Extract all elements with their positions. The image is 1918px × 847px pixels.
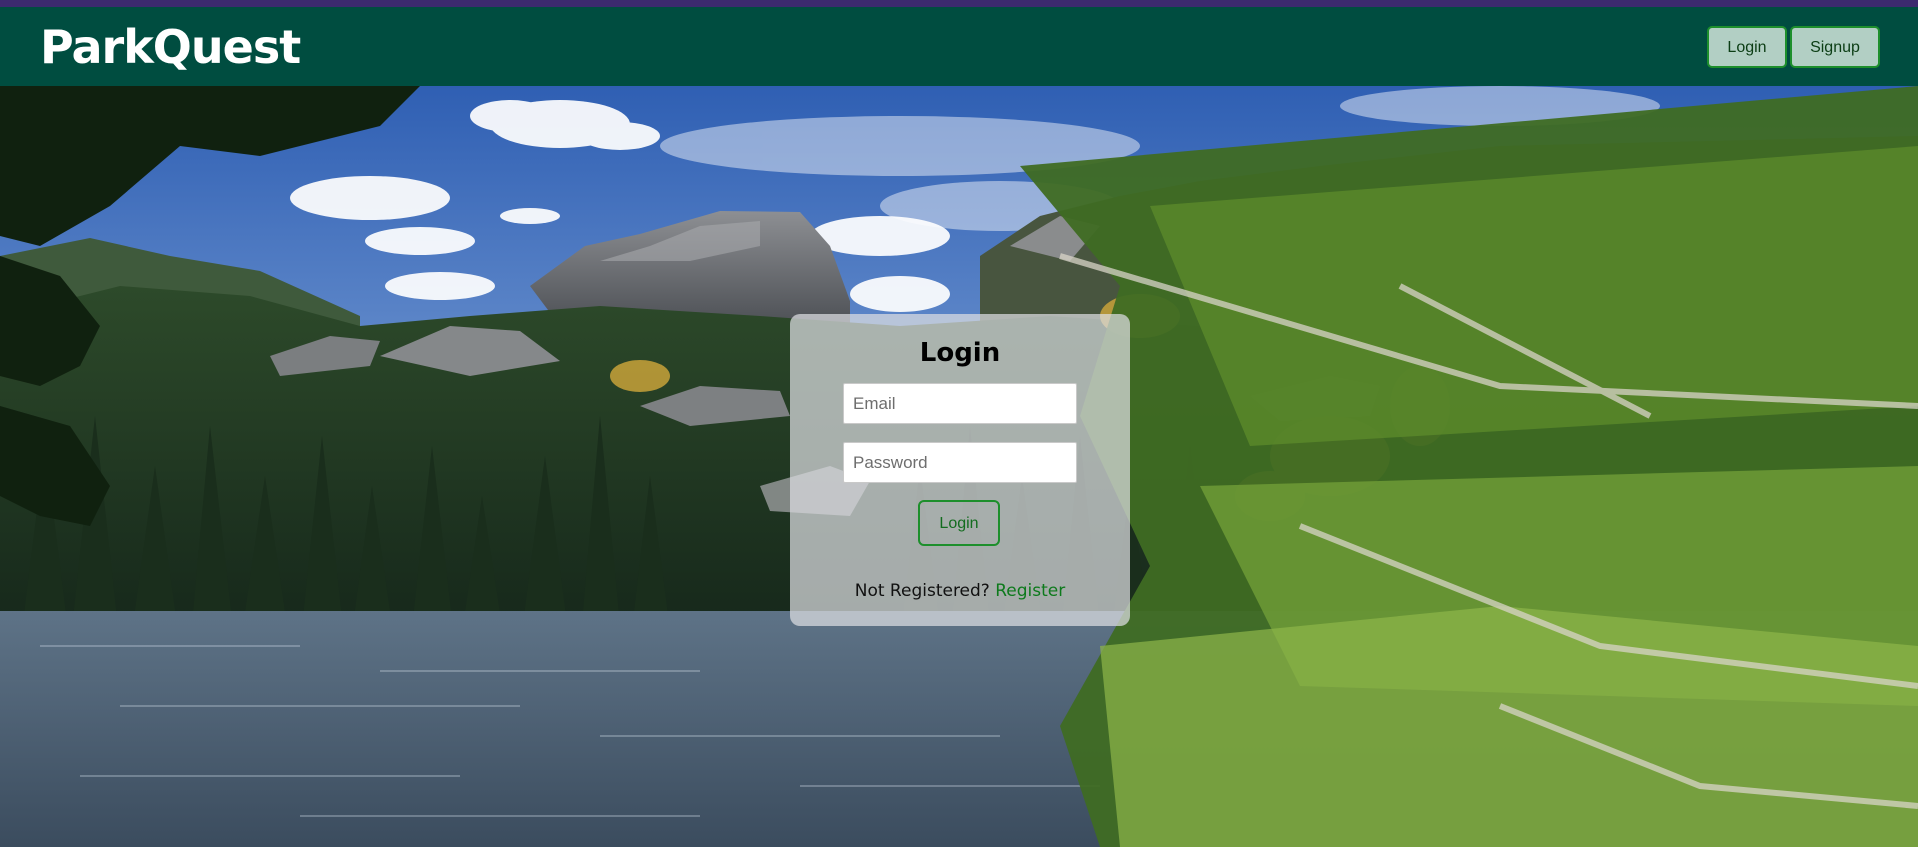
top-accent-strip bbox=[0, 0, 1918, 7]
page: ParkQuest Login Signup Login Email Login… bbox=[0, 0, 1918, 847]
login-submit-button[interactable]: Login bbox=[918, 500, 1000, 546]
register-link[interactable]: Register bbox=[995, 581, 1065, 601]
brand-logo[interactable]: ParkQuest bbox=[40, 21, 301, 73]
nav-login-button[interactable]: Login bbox=[1707, 26, 1787, 68]
login-card: Login Login Not Registered? Register bbox=[790, 314, 1130, 626]
nav-signup-button[interactable]: Signup bbox=[1790, 26, 1880, 68]
password-field[interactable] bbox=[843, 442, 1077, 483]
register-line: Not Registered? Register bbox=[790, 580, 1130, 602]
navbar: ParkQuest Login Signup bbox=[0, 7, 1918, 86]
email-field[interactable] bbox=[843, 383, 1077, 424]
login-title: Login bbox=[919, 338, 1001, 368]
register-prompt: Not Registered? bbox=[854, 581, 990, 601]
